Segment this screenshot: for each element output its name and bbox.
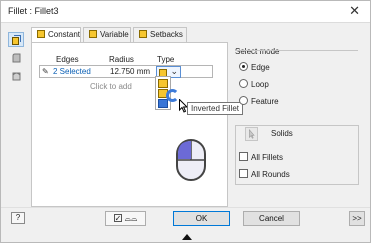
more-options-button[interactable]: >> [349,211,365,226]
expand-arrow-icon[interactable] [182,234,192,240]
edge-fillet-icon [12,35,21,45]
face-fillet-icon [12,53,21,63]
busy-spinner-icon [166,89,179,102]
tab-setbacks-label: Setbacks [150,30,183,39]
cursor-arrow-icon [249,128,255,139]
pencil-icon: ✎ [42,67,49,76]
tab-setbacks[interactable]: Setbacks [133,27,187,42]
add-edge-set-hint[interactable]: Click to add [90,82,132,91]
mouse-hint-icon [176,139,206,181]
help-button[interactable]: ? [11,212,25,224]
all-rounds-label: All Rounds [251,170,290,179]
solids-select-button[interactable] [245,127,258,141]
radio-feature[interactable]: Feature [239,96,279,106]
edges-selected-link[interactable]: 2 Selected [53,67,91,76]
preview-toggle[interactable]: ⌓⌓ [105,211,146,226]
full-round-fillet-mode-button[interactable] [8,68,24,83]
all-fillets-box [239,152,248,161]
column-header-edges: Edges [56,55,79,64]
radio-edge-label: Edge [251,63,270,72]
face-fillet-mode-button[interactable] [8,50,24,65]
all-rounds-checkbox[interactable]: All Rounds [239,169,290,179]
fillet-dialog: Fillet : Fillet3 ✕ Constant Variable Set… [0,0,371,243]
all-fillets-checkbox[interactable]: All Fillets [239,152,283,162]
full-round-fillet-icon [12,72,21,81]
column-header-type: Type [157,55,175,64]
chevron-down-icon: ⌄ [170,66,178,76]
preview-checkbox [113,212,122,225]
ok-button[interactable]: OK [173,211,230,226]
dialog-title: Fillet : Fillet3 [8,6,59,16]
radio-loop-label: Loop [251,80,269,89]
radio-loop[interactable]: Loop [239,79,269,89]
radio-edge[interactable]: Edge [239,62,270,72]
side-toolbar [8,32,26,86]
tab-variable[interactable]: Variable [83,27,131,42]
footer-divider [1,207,370,208]
title-bar: Fillet : Fillet3 ✕ [1,1,370,23]
table-row[interactable]: ✎ 2 Selected 12.750 mm ⌄ [39,65,213,78]
help-icon: ? [15,213,21,222]
constant-fillet-icon [37,30,45,38]
edge-fillet-mode-button[interactable] [8,32,24,47]
inverted-fillet-option[interactable] [158,99,168,108]
cancel-button[interactable]: Cancel [243,211,300,226]
glasses-icon: ⌓⌓ [124,214,138,223]
radio-edge-indicator [239,62,248,71]
all-rounds-box [239,169,248,178]
tab-variable-label: Variable [100,30,129,39]
close-icon[interactable]: ✕ [349,3,360,19]
constant-panel: Edges Radius Type ✎ 2 Selected 12.750 mm… [31,42,228,207]
convex-fillet-option[interactable] [158,79,168,88]
variable-fillet-icon [89,30,97,38]
solids-label: Solids [271,129,293,138]
column-header-radius: Radius [109,55,134,64]
radio-feature-indicator [239,96,248,105]
radio-feature-label: Feature [251,97,279,106]
tab-constant-label: Constant [48,30,81,39]
all-fillets-label: All Fillets [251,153,284,162]
radius-input[interactable]: 12.750 mm [110,67,150,76]
radio-loop-indicator [239,79,248,88]
tab-constant[interactable]: Constant [31,27,81,43]
setback-icon [139,30,147,38]
